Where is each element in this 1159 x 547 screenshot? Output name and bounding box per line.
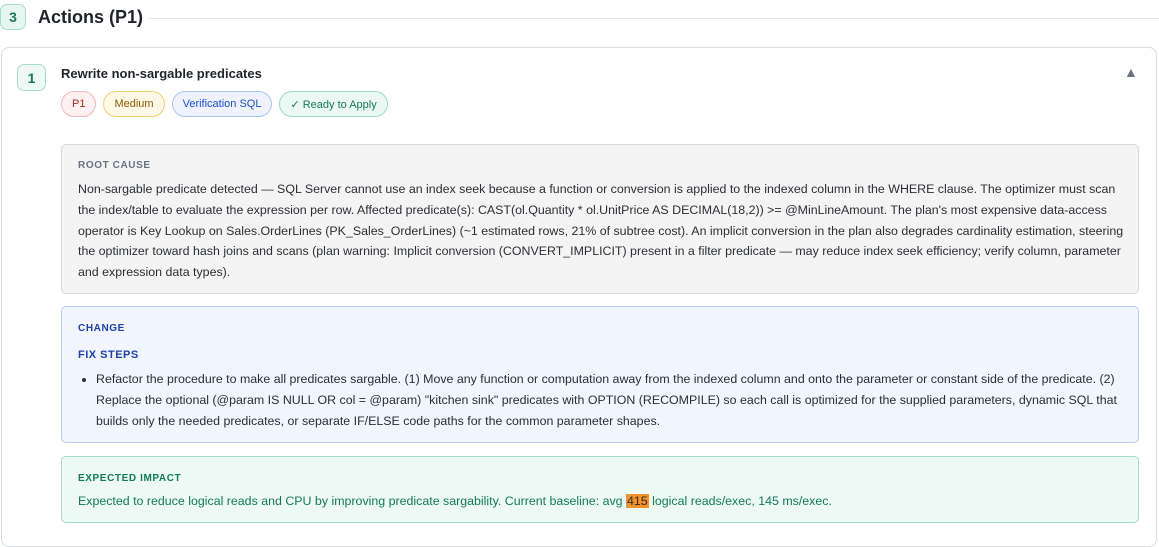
change-panel: CHANGE FIX STEPS Refactor the procedure … bbox=[61, 306, 1139, 443]
section-number-badge: 3 bbox=[0, 4, 26, 30]
fix-steps-list: Refactor the procedure to make all predi… bbox=[78, 369, 1124, 431]
root-cause-text: Non-sargable predicate detected — SQL Se… bbox=[78, 182, 1124, 280]
action-title: Rewrite non-sargable predicates bbox=[61, 66, 262, 81]
section-divider bbox=[148, 18, 1159, 19]
action-badges: P1 Medium Verification SQL ✓ Ready to Ap… bbox=[61, 91, 388, 117]
impact-text-after: logical reads/exec, 145 ms/exec. bbox=[648, 494, 832, 508]
expected-impact-text: Expected to reduce logical reads and CPU… bbox=[78, 491, 1124, 512]
status-badge: ✓ Ready to Apply bbox=[279, 91, 388, 117]
root-cause-label: ROOT CAUSE bbox=[78, 160, 151, 171]
severity-badge: Medium bbox=[103, 91, 165, 117]
expected-impact-panel: EXPECTED IMPACT Expected to reduce logic… bbox=[61, 456, 1139, 523]
impact-highlight: 415 bbox=[626, 494, 649, 508]
expected-impact-label: EXPECTED IMPACT bbox=[78, 473, 182, 484]
action-number-badge: 1 bbox=[17, 64, 46, 91]
section-title: Actions (P1) bbox=[38, 7, 144, 27]
section-header: 3 Actions (P1) bbox=[0, 0, 1159, 38]
verification-sql-button[interactable]: Verification SQL bbox=[171, 91, 273, 117]
fix-step-item: Refactor the procedure to make all predi… bbox=[96, 369, 1124, 431]
root-cause-panel: ROOT CAUSE Non-sargable predicate detect… bbox=[61, 144, 1139, 294]
change-label: CHANGE bbox=[78, 323, 125, 334]
fix-steps-label: FIX STEPS bbox=[78, 349, 139, 361]
collapse-chevron-icon[interactable]: ▲ bbox=[1124, 64, 1138, 80]
priority-badge: P1 bbox=[61, 91, 97, 117]
impact-text-before: Expected to reduce logical reads and CPU… bbox=[78, 494, 627, 508]
